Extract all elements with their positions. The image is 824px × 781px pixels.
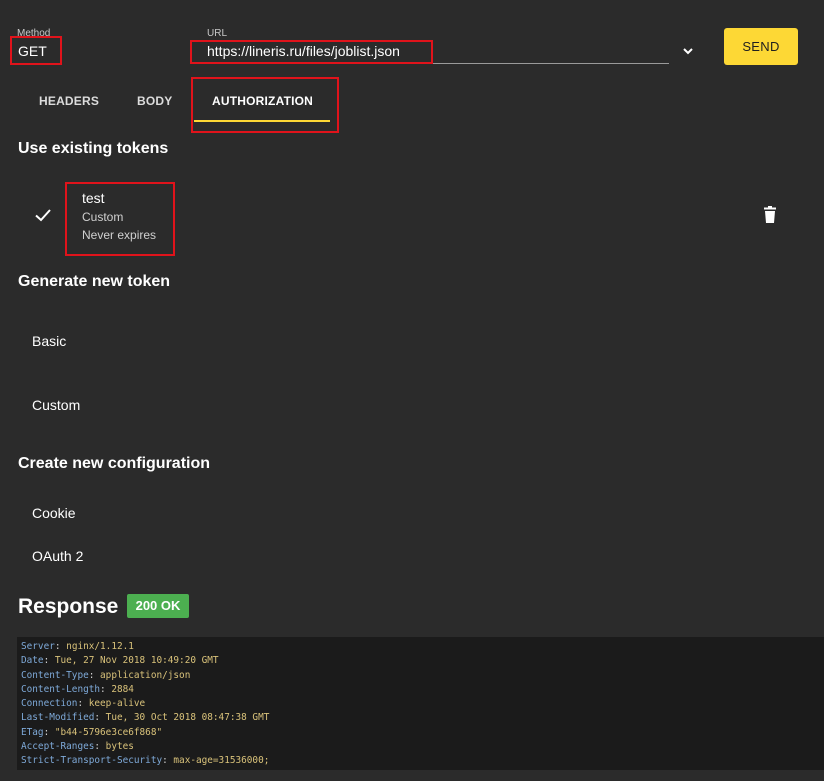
check-icon (34, 206, 52, 224)
response-header-line: Server: nginx/1.12.1 (21, 641, 134, 652)
url-label: URL (207, 28, 228, 39)
tab-highlight-box (191, 77, 339, 133)
generate-token-basic[interactable]: Basic (32, 333, 66, 349)
status-badge: 200 OK (127, 594, 189, 618)
chevron-down-icon[interactable] (681, 44, 695, 58)
tab-headers[interactable]: HEADERS (39, 94, 99, 108)
create-config-cookie[interactable]: Cookie (32, 505, 76, 521)
response-header-line: Last-Modified: Tue, 30 Oct 2018 08:47:38… (21, 712, 270, 724)
response-header-line: Date: Tue, 27 Nov 2018 10:49:20 GMT (21, 655, 219, 667)
generate-token-custom[interactable]: Custom (32, 397, 80, 413)
response-header-line: ETag: "b44-5796e3ce6f868" (21, 726, 163, 738)
section-title-generate-token: Generate new token (18, 273, 171, 290)
section-title-create-configuration: Create new configuration (18, 455, 211, 472)
section-title-existing-tokens: Use existing tokens (18, 140, 169, 157)
response-header-line: Connection: keep-alive (21, 698, 146, 710)
url-highlight-box (190, 40, 433, 64)
token-highlight-box (65, 182, 175, 256)
response-header-line: Strict-Transport-Security: max-age=31536… (21, 755, 270, 767)
response-header-line: Content-Length: 2884 (21, 683, 134, 695)
response-header-line: Accept-Ranges: bytes (21, 741, 134, 753)
response-header-line: Content-Type: application/json (21, 669, 191, 681)
method-highlight-box (10, 36, 62, 65)
create-config-oauth2[interactable]: OAuth 2 (32, 548, 83, 564)
response-headers-panel: Server: nginx/1.12.1 Date: Tue, 27 Nov 2… (17, 637, 824, 770)
send-button[interactable]: SEND (724, 28, 798, 65)
trash-icon[interactable] (762, 206, 778, 224)
tab-body[interactable]: BODY (137, 94, 172, 108)
response-title: Response (18, 595, 119, 618)
